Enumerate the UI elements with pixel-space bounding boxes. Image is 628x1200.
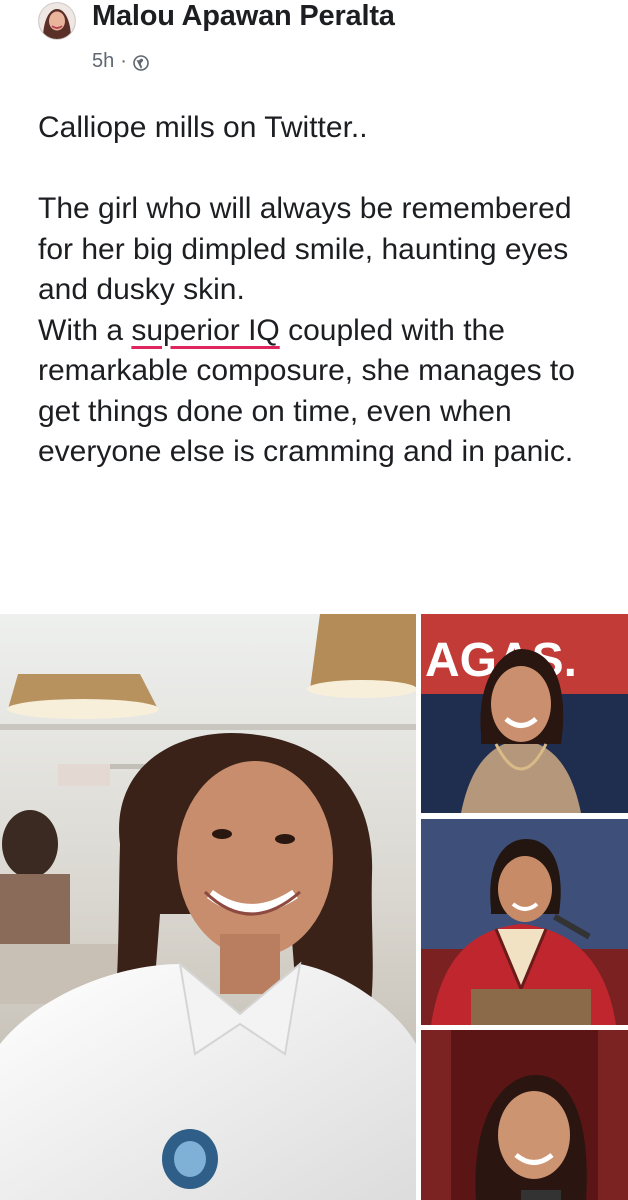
author-name[interactable]: Malou Apawan Peralta xyxy=(92,0,395,33)
post-paragraph-1: The girl who will always be remembered f… xyxy=(38,192,572,306)
photo-grid: AGAS. xyxy=(0,614,628,1200)
post-header: Malou Apawan Peralta 5h · xyxy=(0,0,628,92)
post-meta: 5h · xyxy=(92,50,149,73)
post-intro-text: Calliope mills on Twitter.. xyxy=(38,111,368,144)
photo-main-portrait[interactable] xyxy=(0,614,416,1200)
post-message: Calliope mills on Twitter.. The girl who… xyxy=(38,108,608,473)
photo-banner-portrait[interactable]: AGAS. xyxy=(421,614,628,813)
globe-icon[interactable] xyxy=(133,54,149,71)
post-paragraph-2-start: With a xyxy=(38,313,132,347)
photo-closeup-portrait[interactable] xyxy=(421,1030,628,1200)
photo-podium-portrait[interactable] xyxy=(421,819,628,1025)
post-timestamp[interactable]: 5h xyxy=(92,50,114,73)
meta-separator: · xyxy=(120,50,127,72)
highlighted-phrase: superior IQ xyxy=(131,313,280,347)
author-avatar[interactable] xyxy=(38,2,76,40)
post-paragraph-2: With a superior IQ coupled with the rema… xyxy=(38,311,608,473)
